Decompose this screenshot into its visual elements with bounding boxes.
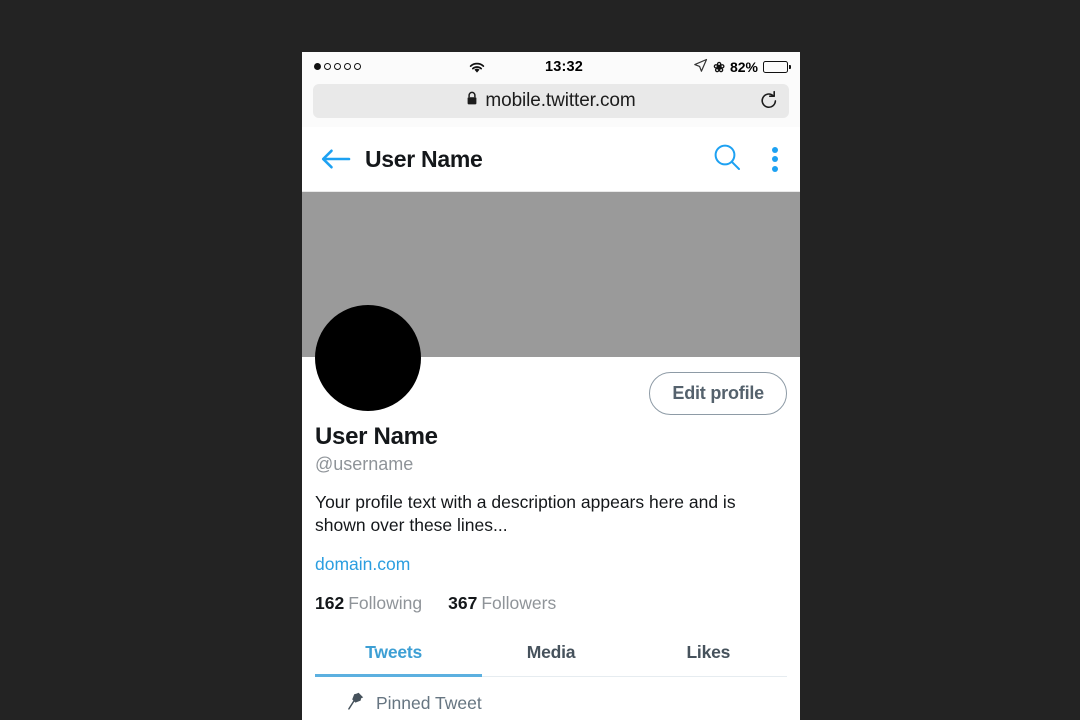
battery-percent-label: 82%: [729, 58, 758, 75]
url-bar[interactable]: mobile.twitter.com: [313, 84, 789, 118]
signal-dot: [334, 63, 341, 70]
stat-followers[interactable]: 367 Followers: [448, 593, 556, 614]
profile-stats: 162 Following 367 Followers: [315, 593, 787, 614]
edit-profile-button[interactable]: Edit profile: [649, 371, 787, 415]
wifi-icon: [464, 60, 490, 74]
signal-strength-indicator: [314, 63, 464, 70]
signal-dot: [354, 63, 361, 70]
search-icon[interactable]: [712, 142, 742, 177]
reload-icon[interactable]: [759, 90, 779, 112]
tab-media[interactable]: Media: [472, 630, 629, 676]
pinned-tweet-row[interactable]: Pinned Tweet: [302, 677, 800, 715]
following-count: 162: [315, 592, 345, 613]
profile-handle: @username: [315, 454, 414, 474]
active-tab-indicator: [315, 673, 482, 677]
profile-website-link[interactable]: domain.com: [315, 554, 410, 575]
pin-icon: [348, 692, 364, 715]
profile-bio: Your profile text with a description app…: [315, 492, 736, 536]
url-text: mobile.twitter.com: [485, 90, 636, 111]
tab-likes[interactable]: Likes: [630, 630, 787, 676]
url-display: mobile.twitter.com: [323, 90, 779, 112]
back-arrow-icon[interactable]: [320, 147, 365, 171]
bluetooth-icon: ❀: [713, 58, 725, 75]
ios-status-bar: 13:32 ❀ 82%: [302, 52, 800, 81]
following-label: Following: [348, 592, 423, 613]
app-nav-bar: User Name: [302, 127, 800, 192]
pinned-tweet-label: Pinned Tweet: [376, 692, 482, 713]
browser-toolbar: mobile.twitter.com: [302, 81, 800, 127]
followers-count: 367: [448, 592, 478, 613]
followers-label: Followers: [481, 592, 557, 613]
lock-icon: [466, 91, 478, 111]
overflow-menu-icon[interactable]: [768, 145, 782, 174]
profile-tabs: Tweets Media Likes: [315, 630, 787, 677]
battery-icon: [763, 60, 791, 73]
location-arrow-icon: [693, 58, 708, 76]
signal-dot: [324, 63, 331, 70]
signal-dot: [344, 63, 351, 70]
profile-banner: [302, 192, 800, 411]
avatar[interactable]: [315, 305, 421, 411]
profile-display-name: User Name: [315, 423, 438, 450]
nav-actions: [712, 142, 782, 177]
tab-tweets[interactable]: Tweets: [315, 630, 472, 676]
status-right-group: ❀ 82%: [638, 58, 791, 76]
phone-viewport: 13:32 ❀ 82% mobile.twitter.com User Name…: [302, 52, 800, 720]
stat-following[interactable]: 162 Following: [315, 593, 422, 614]
signal-dot: [314, 63, 321, 70]
status-clock: 13:32: [544, 58, 584, 75]
page-title: User Name: [365, 145, 483, 172]
